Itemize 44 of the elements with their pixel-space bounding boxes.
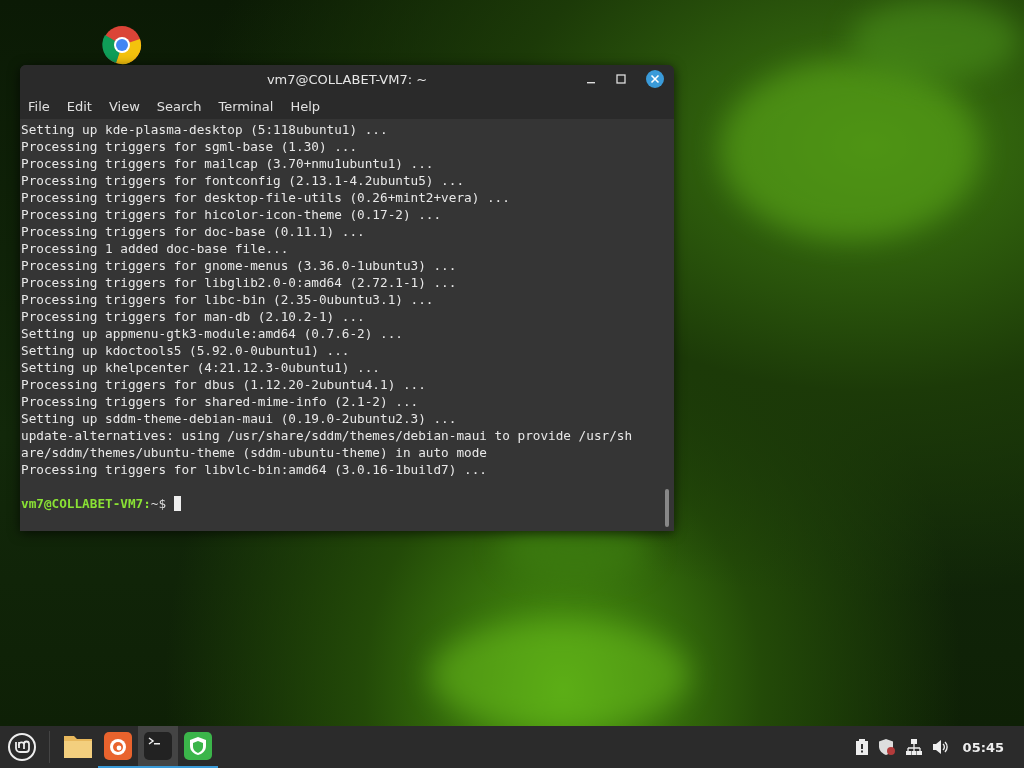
prompt-path: ~$	[150, 495, 167, 512]
clock[interactable]: 05:45	[962, 739, 1004, 755]
folder-icon	[63, 733, 93, 759]
terminal-line: Setting up appmenu-gtk3-module:amd64 (0.7.6-2) ...	[21, 325, 404, 342]
terminal-line: Processing triggers for sgml-base (1.30) ...	[21, 138, 359, 155]
terminal-line: Processing triggers for libvlc-bin:amd64 (3.0.16-1build7) ...	[21, 461, 488, 478]
close-icon[interactable]	[646, 70, 664, 88]
terminal-line: Processing triggers for mailcap (3.70+nmu1ubuntu1) ...	[21, 155, 435, 172]
terminal-line: Processing 1 added doc-base file...	[21, 240, 290, 257]
terminal-line: Processing triggers for desktop-file-utils (0.26+mint2+vera) ...	[21, 189, 511, 206]
shield-icon	[184, 732, 212, 760]
terminal-line: Setting up sddm-theme-debian-maui (0.19.0-2ubuntu2.3) ...	[21, 410, 458, 427]
terminal-line: are/sddm/themes/ubuntu-theme (sddm-ubuntu-theme) in auto mode	[21, 444, 488, 461]
text-cursor	[174, 496, 182, 511]
terminal-icon	[144, 732, 172, 760]
menu-item[interactable]: Search	[150, 96, 208, 116]
terminal-line: Processing triggers for libglib2.0-0:amd64 (2.72.1-1) ...	[21, 274, 458, 291]
terminal-line: Processing triggers for doc-base (0.11.1) ...	[21, 223, 366, 240]
menu-item[interactable]: Edit	[60, 96, 98, 116]
menu-item[interactable]: View	[102, 96, 146, 116]
shield-icon[interactable]	[877, 738, 896, 756]
menu-item[interactable]: Help	[284, 96, 327, 116]
terminal-line: Processing triggers for fontconfig (2.13.1-4.2ubuntu5) ...	[21, 172, 466, 189]
terminal-line: Setting up kde-plasma-desktop (5:118ubuntu1) ...	[21, 121, 389, 138]
terminal-line: Processing triggers for libc-bin (2.35-0ubuntu3.1) ...	[21, 291, 435, 308]
terminal-line: Processing triggers for dbus (1.12.20-2ubuntu4.1) ...	[21, 376, 427, 393]
terminal-line: Setting up kdoctools5 (5.92.0-0ubuntu1) ...	[21, 342, 351, 359]
menu-item[interactable]: Terminal	[212, 96, 280, 116]
terminal-line: Processing triggers for shared-mime-info (2.1-2) ...	[21, 393, 420, 410]
window-title: vm7@COLLABET-VM7: ~	[266, 71, 428, 87]
terminal-line: update-alternatives: using /usr/share/sddm/themes/debian-maui to provide /usr/sh	[21, 427, 634, 444]
terminal-line: Processing triggers for hicolor-icon-theme (0.17-2) ...	[21, 206, 443, 223]
scrollbar[interactable]	[665, 489, 669, 527]
maximize-icon[interactable]	[616, 74, 626, 84]
terminal-line: Processing triggers for gnome-menus (3.36.0-1ubuntu3) ...	[21, 257, 458, 274]
network-icon[interactable]	[904, 738, 923, 756]
terminal-line: Setting up khelpcenter (4:21.12.3-0ubuntu1) ...	[21, 359, 381, 376]
menu-item[interactable]: File	[22, 96, 56, 116]
volume-icon[interactable]	[931, 738, 950, 756]
clipboard-icon[interactable]	[854, 738, 869, 756]
browser-icon[interactable]	[102, 25, 142, 65]
terminal-line: Processing triggers for man-db (2.10.2-1) ...	[21, 308, 366, 325]
prompt-user-host: vm7@COLLABET-VM7:	[21, 495, 151, 512]
menu-icon[interactable]	[7, 732, 37, 762]
